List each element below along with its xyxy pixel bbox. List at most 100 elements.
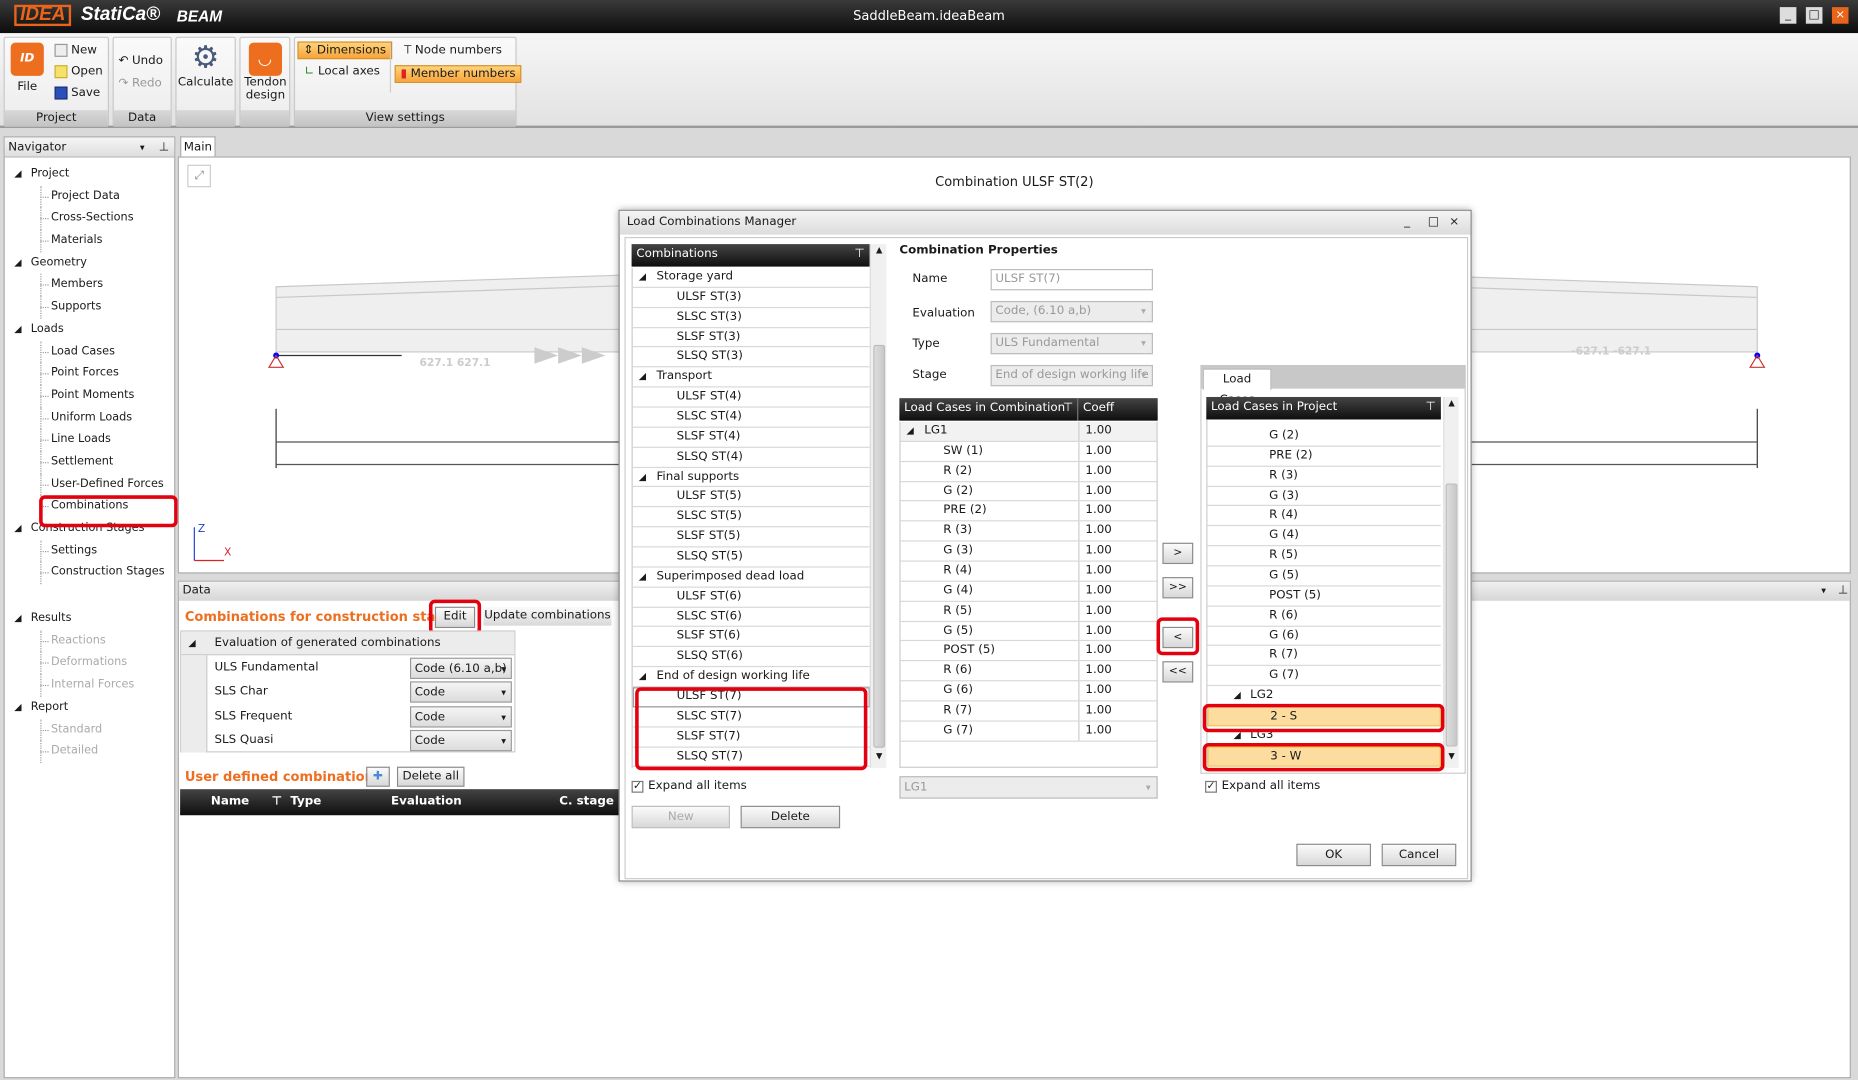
- lc-coeff[interactable]: 1.00: [1078, 601, 1112, 621]
- pin-icon[interactable]: ⊥: [159, 137, 169, 157]
- lc-project-row[interactable]: POST (5): [1207, 586, 1441, 607]
- type-select[interactable]: ULS Fundamental: [990, 332, 1153, 355]
- dropdown-icon[interactable]: ▾: [1821, 582, 1826, 601]
- save-button[interactable]: Save: [54, 86, 100, 100]
- evaluation-select[interactable]: Code, (6.10 a,b): [990, 300, 1153, 323]
- collapse-icon[interactable]: ◢: [906, 422, 913, 442]
- nav-item[interactable]: ◢ Results: [5, 608, 174, 630]
- load-group-select[interactable]: LG1: [899, 776, 1158, 799]
- lc-project-row[interactable]: G (7): [1207, 666, 1441, 687]
- lc-coeff[interactable]: 1.00: [1078, 521, 1112, 541]
- scroll-up-icon[interactable]: ▲: [1444, 398, 1458, 412]
- collapse-icon[interactable]: ◢: [639, 468, 646, 488]
- scroll-up-icon[interactable]: ▲: [872, 245, 886, 259]
- combination-item[interactable]: SLSQ ST(3): [632, 348, 870, 368]
- ok-button[interactable]: OK: [1296, 843, 1371, 867]
- expand-icon[interactable]: ◢: [14, 518, 21, 540]
- lc-comb-row[interactable]: G (7) 1.00: [900, 721, 1157, 742]
- nav-item[interactable]: User-Defined Forces: [5, 473, 174, 496]
- local-axes-toggle[interactable]: ∟ Local axes: [305, 65, 380, 78]
- expand-icon[interactable]: ◢: [14, 252, 21, 274]
- lc-project-row[interactable]: R (3): [1207, 467, 1441, 487]
- collapse-icon[interactable]: ◢: [639, 268, 646, 288]
- nav-item[interactable]: Materials: [5, 229, 174, 252]
- lc-comb-row[interactable]: R (6) 1.00: [900, 661, 1157, 682]
- lc-comb-row[interactable]: SW (1) 1.00: [900, 441, 1157, 462]
- lc-comb-row[interactable]: POST (5) 1.00: [900, 641, 1157, 662]
- lc-coeff[interactable]: 1.00: [1078, 681, 1112, 701]
- stage-select[interactable]: End of design working life: [990, 364, 1153, 387]
- lc-coeff[interactable]: 1.00: [1078, 481, 1112, 501]
- combination-item[interactable]: SLSQ ST(5): [632, 547, 870, 568]
- lc-coeff[interactable]: 1.00: [1078, 541, 1112, 561]
- remove-all-button[interactable]: <<: [1162, 661, 1194, 683]
- minimize-icon[interactable]: _: [1404, 211, 1410, 235]
- combination-item[interactable]: ULSF ST(6): [632, 587, 870, 608]
- nav-item[interactable]: ◢ Geometry: [5, 252, 174, 274]
- combination-item[interactable]: SLSF ST(5): [632, 528, 870, 548]
- nav-item[interactable]: Cross-Sections: [5, 207, 174, 230]
- maximize-icon[interactable]: □: [1428, 211, 1439, 235]
- nav-item[interactable]: Uniform Loads: [5, 407, 174, 429]
- lc-comb-row[interactable]: R (5) 1.00: [900, 601, 1157, 622]
- checkbox-checked-icon[interactable]: ✓: [631, 780, 644, 793]
- lc-coeff[interactable]: 1.00: [1078, 561, 1112, 581]
- lc-coeff[interactable]: 1.00: [1078, 421, 1112, 441]
- lc-coeff[interactable]: 1.00: [1078, 461, 1112, 481]
- lc-comb-row[interactable]: G (2) 1.00: [900, 481, 1157, 502]
- member-numbers-toggle[interactable]: ▮ Member numbers: [394, 65, 522, 83]
- nav-item[interactable]: Settlement: [5, 451, 174, 474]
- lc-project-row[interactable]: R (4): [1207, 506, 1441, 527]
- close-icon[interactable]: ×: [1831, 7, 1849, 24]
- scroll-thumb[interactable]: [873, 344, 886, 748]
- scroll-thumb[interactable]: [1445, 483, 1458, 747]
- column-name[interactable]: Name: [211, 789, 249, 815]
- expand-all-checkbox[interactable]: ✓ Expand all items: [631, 780, 747, 793]
- calculate-button[interactable]: ⚙ Calculate: [175, 36, 236, 127]
- nav-item[interactable]: ◢ Loads: [5, 319, 174, 341]
- combination-item[interactable]: SLSC ST(6): [632, 607, 870, 628]
- combination-item[interactable]: ULSF ST(5): [632, 488, 870, 508]
- lc-comb-row[interactable]: G (3) 1.00: [900, 541, 1157, 562]
- collapse-icon[interactable]: ◢: [639, 368, 646, 388]
- combination-group[interactable]: ◢ End of design working life: [632, 667, 870, 688]
- lc-comb-row[interactable]: R (7) 1.00: [900, 701, 1157, 722]
- add-all-button[interactable]: >>: [1162, 577, 1194, 599]
- combination-item[interactable]: SLSQ ST(4): [632, 448, 870, 468]
- collapse-icon[interactable]: ◢: [188, 632, 195, 656]
- open-button[interactable]: Open: [54, 65, 103, 79]
- redo-button[interactable]: ↷ Redo: [118, 77, 161, 90]
- column-cstage[interactable]: C. stage: [559, 789, 614, 815]
- lc-coeff[interactable]: 1.00: [1078, 621, 1112, 641]
- nav-item[interactable]: Settings: [5, 539, 174, 562]
- tab-main[interactable]: Main: [180, 136, 216, 158]
- lc-comb-row[interactable]: G (6) 1.00: [900, 681, 1157, 702]
- delete-all-button[interactable]: Delete all: [396, 766, 465, 787]
- collapse-icon[interactable]: ◢: [639, 567, 646, 587]
- combinations-scrollbar[interactable]: ▲ ▼: [869, 244, 887, 768]
- nav-item[interactable]: ◢ Report: [5, 697, 174, 719]
- name-input[interactable]: ULSF ST(7): [990, 268, 1153, 291]
- combination-item[interactable]: SLSF ST(3): [632, 328, 870, 348]
- lc-comb-row[interactable]: R (3) 1.00: [900, 521, 1157, 542]
- lc-project-row[interactable]: G (2): [1207, 427, 1441, 447]
- combination-item[interactable]: SLSQ ST(6): [632, 647, 870, 668]
- close-icon[interactable]: ×: [1449, 211, 1459, 235]
- lc-coeff[interactable]: 1.00: [1078, 441, 1112, 461]
- column-evaluation[interactable]: Evaluation: [391, 789, 462, 815]
- dropdown-icon[interactable]: ▾: [140, 137, 145, 157]
- expand-icon[interactable]: ◢: [14, 608, 21, 630]
- nav-item[interactable]: Internal Forces: [5, 674, 174, 697]
- evaluation-group-header[interactable]: ◢ Evaluation of generated combinations: [181, 631, 515, 656]
- lc-project-row[interactable]: R (7): [1207, 646, 1441, 667]
- combination-item[interactable]: SLSC ST(4): [632, 408, 870, 428]
- new-button[interactable]: New: [54, 43, 97, 57]
- lc-project-row[interactable]: PRE (2): [1207, 447, 1441, 467]
- nav-item[interactable]: Construction Stages: [5, 562, 174, 584]
- minimize-icon[interactable]: _: [1779, 7, 1797, 24]
- dimensions-toggle[interactable]: ⇕ Dimensions: [297, 41, 392, 60]
- collapse-icon[interactable]: ◢: [639, 667, 646, 687]
- combination-item[interactable]: ULSF ST(4): [632, 388, 870, 408]
- lc-project-header-label[interactable]: Load Cases in Project: [1211, 401, 1337, 414]
- lc-in-comb-header-label[interactable]: Load Cases in Combination: [904, 402, 1065, 415]
